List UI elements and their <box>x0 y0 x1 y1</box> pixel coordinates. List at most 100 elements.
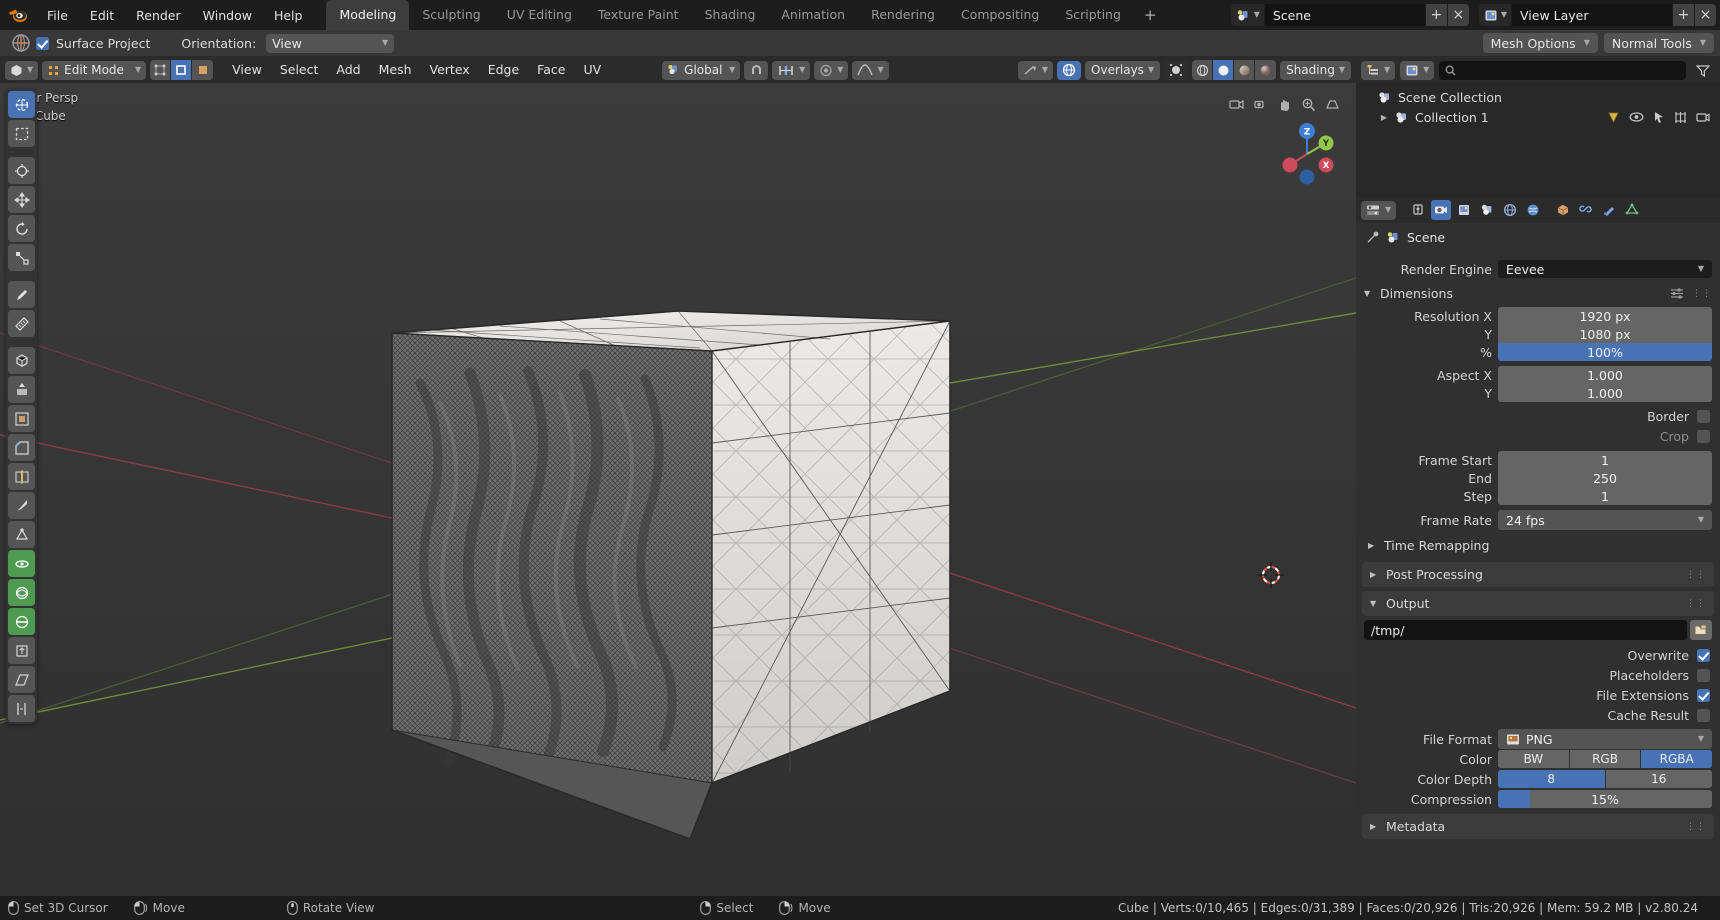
viewport-menu-face[interactable]: Face <box>528 57 574 83</box>
poly-build-tool-button[interactable] <box>8 521 35 548</box>
output-panel-header[interactable]: ▼ Output ⋮⋮ <box>1362 591 1714 616</box>
outliner-row-scene-collection[interactable]: Scene Collection <box>1356 87 1720 107</box>
outliner-row-collection-1[interactable]: ▶ Collection 1 <box>1356 107 1720 127</box>
editor-type-properties-icon[interactable]: ▼ <box>1361 200 1397 220</box>
scale-tool-button[interactable] <box>8 244 35 271</box>
file-extensions-checkbox[interactable] <box>1697 689 1710 702</box>
normal-tools-dropdown[interactable]: Normal Tools ▼ <box>1603 33 1714 53</box>
proportional-edit-dropdown[interactable]: ▼ <box>814 60 849 80</box>
outliner-search-input[interactable] <box>1439 60 1686 80</box>
resolution-y-field[interactable]: 1080 px <box>1498 325 1712 343</box>
time-remapping-panel-header[interactable]: ▶ Time Remapping <box>1356 533 1720 558</box>
panel-drag-handle[interactable]: ⋮⋮ <box>1686 599 1706 609</box>
workspace-tab-sculpting[interactable]: Sculpting <box>409 0 493 30</box>
frame-start-field[interactable]: 1 <box>1498 451 1712 469</box>
object-properties-tab[interactable] <box>1553 200 1573 220</box>
color-bw-button[interactable]: BW <box>1498 750 1569 768</box>
shear-tool-button[interactable] <box>8 666 35 693</box>
rotate-tool-button[interactable] <box>8 215 35 242</box>
view-layer-name-field[interactable]: View Layer <box>1512 4 1672 26</box>
toggle-perspective-icon[interactable] <box>1325 97 1340 112</box>
render-visibility-icon[interactable] <box>1607 111 1620 124</box>
shading-dropdown[interactable]: Shading ▼ <box>1280 60 1351 80</box>
wireframe-shading-button[interactable] <box>1192 60 1214 80</box>
menu-render[interactable]: Render <box>125 0 192 30</box>
move-view-hand-icon[interactable] <box>1277 97 1292 112</box>
tweak-tool-button[interactable] <box>8 91 35 118</box>
file-format-dropdown[interactable]: PNG ▼ <box>1498 729 1712 749</box>
annotate-tool-button[interactable] <box>8 281 35 308</box>
scene-properties-tab[interactable] <box>1500 200 1520 220</box>
eye-icon[interactable] <box>1629 111 1644 123</box>
measure-tool-button[interactable] <box>8 310 35 337</box>
menu-file[interactable]: File <box>36 0 79 30</box>
panel-drag-handle[interactable]: ⋮⋮ <box>1686 822 1706 832</box>
output-properties-tab[interactable] <box>1454 200 1474 220</box>
overwrite-checkbox[interactable] <box>1697 649 1710 662</box>
remove-view-layer-button[interactable]: × <box>1694 4 1716 26</box>
color-depth-8-button[interactable]: 8 <box>1498 770 1605 788</box>
expand-triangle-icon[interactable]: ▶ <box>1378 113 1390 122</box>
color-rgba-button[interactable]: RGBA <box>1641 750 1713 768</box>
file-browse-icon[interactable] <box>1690 620 1712 640</box>
transform-orientation-dropdown[interactable]: Global ▼ <box>662 60 741 80</box>
dimensions-panel-header[interactable]: ▼ Dimensions ⋮⋮ <box>1356 281 1720 306</box>
view-layer-properties-tab[interactable] <box>1477 200 1497 220</box>
preset-icon[interactable] <box>1670 288 1684 299</box>
cursor-tool-button[interactable] <box>8 157 35 184</box>
loop-cut-tool-button[interactable] <box>8 463 35 490</box>
render-engine-dropdown[interactable]: Eevee ▼ <box>1498 260 1712 278</box>
workspace-tab-compositing[interactable]: Compositing <box>948 0 1052 30</box>
move-tool-button[interactable] <box>8 186 35 213</box>
3d-viewport[interactable]: User Persp (1) Cube Z Y X <box>0 83 1356 896</box>
modifier-properties-tab[interactable] <box>1576 200 1596 220</box>
workspace-tab-shading[interactable]: Shading <box>692 0 769 30</box>
knife-tool-button[interactable] <box>8 492 35 519</box>
menu-window[interactable]: Window <box>192 0 263 30</box>
aspect-y-field[interactable]: 1.000 <box>1498 384 1712 402</box>
menu-help[interactable]: Help <box>263 0 314 30</box>
select-box-tool-button[interactable] <box>8 120 35 147</box>
rendered-shading-button[interactable] <box>1255 60 1277 80</box>
blender-logo-icon[interactable] <box>0 0 36 30</box>
toggle-xray-icon[interactable] <box>1164 60 1189 80</box>
snap-target-dropdown[interactable]: ▼ <box>772 60 811 80</box>
overlays-dropdown[interactable]: Overlays ▼ <box>1085 60 1161 80</box>
workspace-tab-animation[interactable]: Animation <box>768 0 858 30</box>
editor-type-3dview-icon[interactable]: ▼ <box>5 60 39 80</box>
falloff-dropdown[interactable]: ▼ <box>852 60 889 80</box>
resolution-percent-field[interactable]: 100% <box>1498 343 1712 361</box>
selectable-icon[interactable] <box>1653 111 1665 124</box>
surface-project-tool-icon[interactable] <box>6 32 36 54</box>
viewport-menu-add[interactable]: Add <box>327 57 369 83</box>
surface-project-checkbox[interactable] <box>36 36 49 50</box>
data-properties-tab[interactable] <box>1622 200 1642 220</box>
view-layer-browse-button[interactable]: ▼ <box>1478 4 1512 26</box>
workspace-tab-modeling[interactable]: Modeling <box>326 0 410 30</box>
orientation-dropdown[interactable]: View ▼ <box>266 33 395 53</box>
menu-edit[interactable]: Edit <box>79 0 125 30</box>
add-cube-tool-button[interactable] <box>8 347 35 374</box>
visibility-dropdown[interactable]: ▼ <box>1017 60 1054 80</box>
zoom-camera-icon[interactable] <box>1229 97 1244 112</box>
color-depth-16-button[interactable]: 16 <box>1605 770 1712 788</box>
bevel-tool-button[interactable] <box>8 434 35 461</box>
viewport-menu-mesh[interactable]: Mesh <box>370 57 421 83</box>
viewport-menu-view[interactable]: View <box>223 57 271 83</box>
viewport-menu-edge[interactable]: Edge <box>479 57 528 83</box>
edge-select-mode-button[interactable] <box>171 60 193 80</box>
edge-slide-tool-button[interactable] <box>8 608 35 635</box>
mesh-options-dropdown[interactable]: Mesh Options ▼ <box>1482 33 1598 53</box>
spin-tool-button[interactable] <box>8 550 35 577</box>
border-checkbox[interactable] <box>1697 410 1710 423</box>
mode-dropdown[interactable]: Edit Mode ▼ <box>42 60 147 80</box>
viewport-menu-uv[interactable]: UV <box>574 57 610 83</box>
filter-funnel-icon[interactable] <box>1691 61 1715 80</box>
cache-result-checkbox[interactable] <box>1697 709 1710 722</box>
workspace-tab-scripting[interactable]: Scripting <box>1052 0 1134 30</box>
solid-shading-button[interactable] <box>1213 60 1235 80</box>
aspect-x-field[interactable]: 1.000 <box>1498 366 1712 384</box>
tool-properties-tab[interactable] <box>1408 200 1428 220</box>
overlays-toggle-button[interactable] <box>1057 60 1082 80</box>
outliner-display-mode-icon[interactable]: ▼ <box>1361 60 1396 80</box>
